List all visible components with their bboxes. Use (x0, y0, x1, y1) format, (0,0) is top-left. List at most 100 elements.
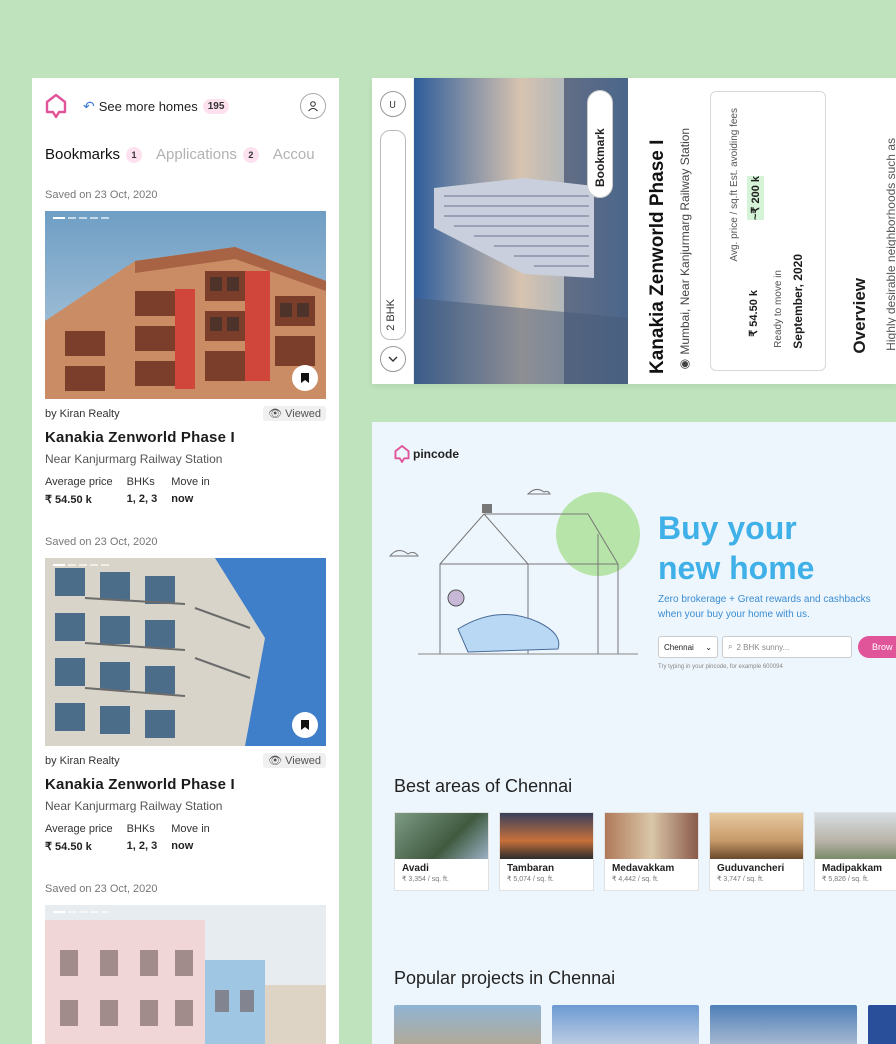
search-value: 2 BHK (385, 299, 397, 331)
brand-logo[interactable]: pincode (394, 444, 459, 464)
eye-icon: 👁 (268, 408, 283, 420)
scroll-down-button[interactable] (380, 346, 406, 372)
price-label: Average price (45, 476, 113, 488)
chevron-down-icon: ⌄ (705, 642, 712, 652)
viewed-badge: 👁 Viewed (263, 406, 326, 421)
carousel-dots[interactable] (53, 911, 109, 913)
project-card[interactable] (710, 1005, 857, 1044)
city-value: Chennai (664, 642, 694, 652)
search-placeholder: 2 BHK sunny... (736, 642, 790, 652)
property-stats: Average price ₹ 54.50 k BHKs 1, 2, 3 Move … (32, 476, 339, 506)
tab-bookmarks[interactable]: Bookmarks 1 (45, 146, 143, 163)
agent-name: by Kiran Realty (45, 407, 120, 420)
area-card[interactable]: Avadi ₹ 3,354 / sq. ft. (394, 812, 489, 891)
area-photo (605, 813, 698, 859)
search-input[interactable]: ⌕ 2 BHK sunny... (722, 636, 852, 658)
area-name: Medavakkam (612, 863, 675, 874)
property-location: Near Kanjurmarg Railway Station (45, 452, 223, 466)
property-title: Kanakia Zenworld Phase I (647, 139, 668, 374)
tab-applications[interactable]: Applications 2 (156, 146, 259, 163)
user-account-button[interactable] (300, 93, 326, 119)
property-title[interactable]: Kanakia Zenworld Phase I (32, 429, 339, 446)
saved-date: Saved on 23 Oct, 2020 (45, 536, 158, 548)
project-card[interactable] (394, 1005, 541, 1044)
area-name: Tambaran (507, 863, 555, 874)
see-more-homes-link[interactable]: ↶ See more homes 195 (83, 98, 230, 115)
area-name: Avadi (402, 863, 429, 874)
property-photo[interactable] (45, 558, 326, 746)
browse-button[interactable]: Brow (858, 636, 896, 658)
building-photo-illustration (45, 905, 326, 1044)
bookmark-card[interactable]: Saved on 23 Oct, 2020 (32, 189, 339, 506)
area-card[interactable]: Medavakkam ₹ 4,442 / sq. ft. (604, 812, 699, 891)
property-detail-screen: ⊂ 2 BHK Bookmark Kanakia Zenworld Phase (372, 78, 896, 384)
area-card[interactable]: Madipakkam ₹ 5,826 / sq. ft. (814, 812, 896, 891)
bookmark-card[interactable]: Saved on 23 Oct, 2020 (32, 883, 339, 1044)
area-card[interactable]: Tambaran ₹ 5,074 / sq. ft. (499, 812, 594, 891)
location-text: Mumbai, Near Kanjurmarg Railway Station (678, 127, 692, 355)
city-select[interactable]: Chennai ⌄ (658, 636, 718, 658)
overview-text: Highly desirable neighborhoods such as (884, 138, 896, 351)
bookmark-icon (301, 373, 309, 383)
fees-label: Est. avoiding fees (729, 108, 740, 187)
pincode-logo-icon[interactable] (45, 93, 67, 119)
bookmark-card[interactable]: Saved on 23 Oct, 2020 by Kiran Realty 👁 … (32, 536, 339, 853)
area-photo (395, 813, 488, 859)
tab-label: Accou (272, 146, 315, 163)
property-photo[interactable] (45, 211, 326, 399)
move-in-label: Move in (171, 823, 210, 835)
project-card[interactable] (552, 1005, 699, 1044)
saved-date: Saved on 23 Oct, 2020 (45, 189, 158, 201)
area-price: ₹ 4,442 / sq. ft. (612, 876, 659, 883)
fees-value: ~₹ 200 k (747, 176, 764, 221)
area-card[interactable]: Guduvancheri ₹ 3,747 / sq. ft. (709, 812, 804, 891)
saved-date: Saved on 23 Oct, 2020 (45, 883, 158, 895)
search-hint: Try typing in your pincode, for example … (658, 664, 783, 670)
area-name: Madipakkam (822, 863, 883, 874)
building-photo-illustration (45, 211, 326, 399)
carousel-dots[interactable] (53, 217, 109, 219)
search-field[interactable]: 2 BHK (380, 130, 406, 340)
landing-page: pincode Buy your new home Zero brokerage… (372, 422, 896, 1044)
area-price: ₹ 5,074 / sq. ft. (507, 876, 554, 883)
house-illustration (388, 488, 640, 655)
tab-bar: Bookmarks 1 Applications 2 Accou (32, 146, 339, 163)
bookmark-label: Bookmark (593, 128, 607, 187)
area-price: ₹ 3,354 / sq. ft. (402, 876, 449, 883)
side-controls: ⊂ 2 BHK (372, 78, 414, 384)
chevron-down-icon (388, 356, 398, 362)
area-card-list: Avadi ₹ 3,354 / sq. ft. Tambaran ₹ 5,074… (394, 812, 896, 891)
hero-title-line: Buy your (658, 510, 797, 546)
price-value: ₹ 54.50 k (45, 494, 92, 506)
bookmark-icon (301, 720, 309, 730)
location-pin-icon: ◉ (678, 354, 692, 372)
bhk-value: 1, 2, 3 (126, 493, 158, 505)
brand-name: pincode (413, 447, 460, 461)
area-photo (500, 813, 593, 859)
property-location: ◉ Mumbai, Near Kanjurmarg Railway Statio… (678, 102, 696, 372)
tab-account[interactable]: Accou (273, 146, 315, 163)
property-photo[interactable] (45, 905, 326, 1044)
overview-heading: Overview (850, 278, 869, 354)
bookmark-button[interactable]: Bookmark (587, 90, 613, 198)
bookmarks-screen: ↶ See more homes 195 Bookmarks 1 Applica… (32, 78, 339, 1044)
ready-value: September, 2020 (791, 254, 805, 349)
compare-button[interactable]: ⊂ (380, 91, 406, 117)
building-photo-illustration (45, 558, 326, 746)
tab-label: Applications (156, 146, 237, 163)
area-price: ₹ 3,747 / sq. ft. (717, 876, 764, 883)
move-in-value: now (171, 840, 194, 852)
bhk-label: BHKs (126, 823, 155, 835)
price-value: ₹ 54.50 k (45, 841, 92, 853)
homes-count-badge: 195 (202, 98, 230, 114)
tab-count-badge: 2 (242, 146, 259, 163)
tab-count-badge: 1 (126, 146, 143, 163)
move-in-value: now (171, 493, 194, 505)
hero-title: Buy your new home (658, 508, 814, 588)
project-card[interactable] (868, 1005, 896, 1044)
bookmark-button[interactable] (292, 712, 318, 738)
property-title[interactable]: Kanakia Zenworld Phase I (32, 776, 339, 793)
carousel-dots[interactable] (53, 564, 109, 566)
bookmark-button[interactable] (292, 365, 318, 391)
phone-header: ↶ See more homes 195 (32, 84, 339, 128)
